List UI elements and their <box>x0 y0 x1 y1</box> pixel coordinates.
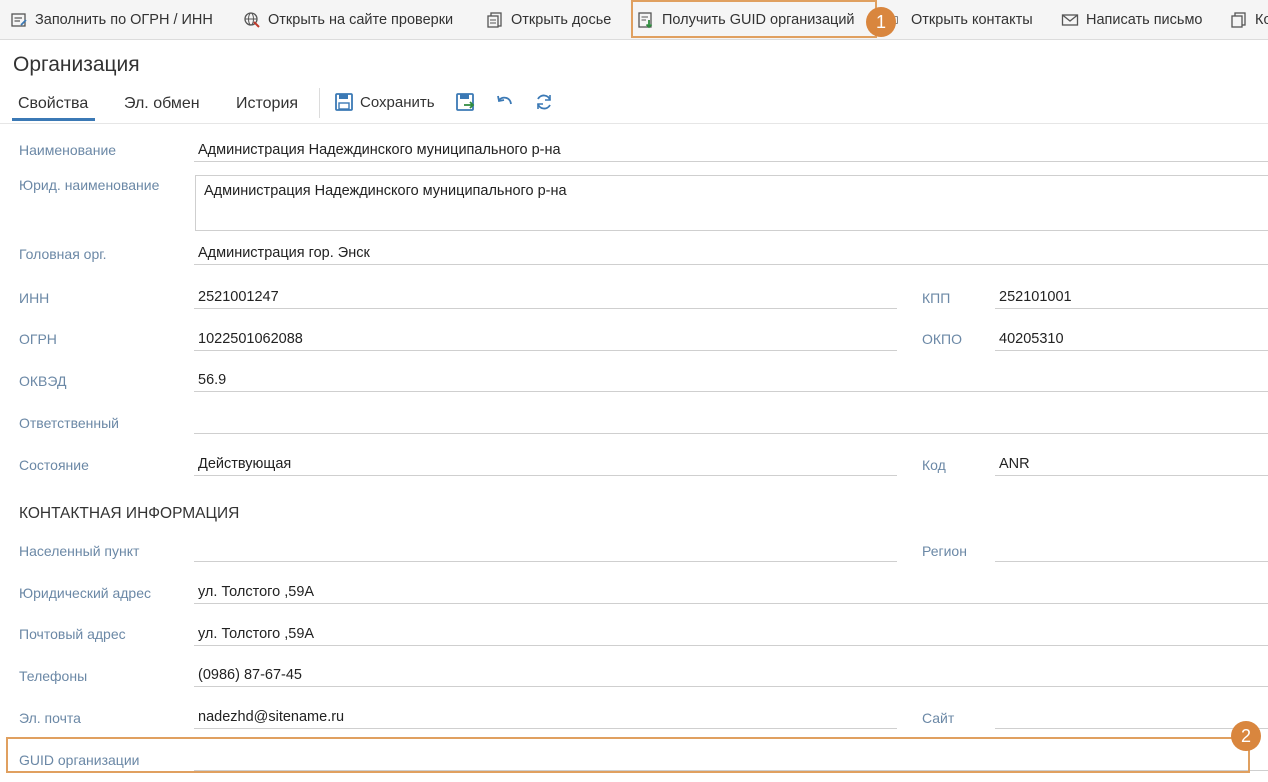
head-org-label: Головная орг. <box>19 246 107 262</box>
step-badge-2: 2 <box>1231 721 1261 751</box>
responsible-label: Ответственный <box>19 415 119 431</box>
responsible-field[interactable] <box>194 412 1268 434</box>
guid-highlight <box>6 737 1250 773</box>
legal-address-field[interactable]: ул. Толстого ,59А <box>194 582 1268 604</box>
active-tab-indicator <box>12 118 95 121</box>
okved-label: ОКВЭД <box>19 373 67 389</box>
legal-address-label: Юридический адрес <box>19 585 152 601</box>
inn-field[interactable]: 2521001247 <box>194 287 897 309</box>
inn-label: ИНН <box>19 290 50 306</box>
refresh-button[interactable] <box>534 92 554 112</box>
save-close-button[interactable] <box>455 92 475 112</box>
envelope-icon <box>1061 14 1079 26</box>
fill-by-ogrn-button[interactable]: Заполнить по ОГРН / ИНН <box>10 0 213 40</box>
step-badge-1: 1 <box>866 7 896 37</box>
open-dossier-button[interactable]: Открыть досье <box>486 0 611 40</box>
more-toolbar-label: Ко <box>1255 12 1268 28</box>
globe-icon <box>244 12 260 28</box>
locality-label: Населенный пункт <box>19 543 140 559</box>
save-close-icon <box>456 93 475 111</box>
copy-icon <box>1231 12 1246 28</box>
fill-by-ogrn-label: Заполнить по ОГРН / ИНН <box>35 12 213 28</box>
write-letter-button[interactable]: Написать письмо <box>1061 0 1203 40</box>
open-check-site-button[interactable]: Открыть на сайте проверки <box>243 0 453 40</box>
region-field[interactable] <box>995 540 1268 562</box>
locality-field[interactable] <box>194 540 897 562</box>
tabs-divider <box>0 123 1268 124</box>
tabs-separator <box>319 88 320 118</box>
open-check-site-label: Открыть на сайте проверки <box>268 12 454 28</box>
page-title: Организация <box>13 53 140 76</box>
code-field[interactable]: ANR <box>995 454 1268 476</box>
region-label: Регион <box>922 543 967 559</box>
site-field[interactable] <box>995 707 1268 729</box>
postal-address-label: Почтовый адрес <box>19 626 126 642</box>
open-contacts-label: Открыть контакты <box>911 12 1033 28</box>
undo-button[interactable] <box>495 92 515 112</box>
tab-history[interactable]: История <box>236 95 298 113</box>
site-label: Сайт <box>922 710 955 726</box>
open-contacts-button[interactable]: Открыть контакты <box>893 0 1033 40</box>
legal-name-label: Юрид. наименование <box>19 177 160 193</box>
contact-section-heading: КОНТАКТНАЯ ИНФОРМАЦИЯ <box>19 505 240 522</box>
okpo-label: ОКПО <box>922 331 962 347</box>
save-label: Сохранить <box>360 93 435 111</box>
status-field[interactable]: Действующая <box>194 454 897 476</box>
save-button[interactable]: Сохранить <box>334 92 435 112</box>
email-label: Эл. почта <box>19 710 81 726</box>
form-edit-icon <box>11 13 27 27</box>
name-field[interactable]: Администрация Надеждинского муниципально… <box>194 140 1268 162</box>
postal-address-field[interactable]: ул. Толстого ,59А <box>194 624 1268 646</box>
get-guid-highlight <box>631 0 877 38</box>
ogrn-label: ОГРН <box>19 331 57 347</box>
name-label: Наименование <box>19 142 117 158</box>
okved-field[interactable]: 56.9 <box>194 370 1268 392</box>
kpp-label: КПП <box>922 290 951 306</box>
ogrn-field[interactable]: 1022501062088 <box>194 329 897 351</box>
kpp-field[interactable]: 252101001 <box>995 287 1268 309</box>
save-icon <box>335 93 353 111</box>
refresh-icon <box>537 94 551 110</box>
okpo-field[interactable]: 40205310 <box>995 329 1268 351</box>
legal-name-textarea[interactable]: Администрация Надеждинского муниципально… <box>195 175 1268 231</box>
open-dossier-label: Открыть досье <box>511 12 612 28</box>
write-letter-label: Написать письмо <box>1086 12 1203 28</box>
phones-label: Телефоны <box>19 668 88 684</box>
more-toolbar-button[interactable]: Ко <box>1230 0 1268 40</box>
phones-field[interactable]: (0986) 87-67-45 <box>194 665 1268 687</box>
head-org-field[interactable]: Администрация гор. Энск <box>194 243 1268 265</box>
status-label: Состояние <box>19 457 89 473</box>
code-label: Код <box>922 457 946 473</box>
email-field[interactable]: nadezhd@sitename.ru <box>194 707 897 729</box>
tab-exchange[interactable]: Эл. обмен <box>124 95 200 113</box>
undo-icon <box>497 95 512 105</box>
tab-properties[interactable]: Свойства <box>18 95 88 113</box>
dossier-icon <box>487 12 502 28</box>
